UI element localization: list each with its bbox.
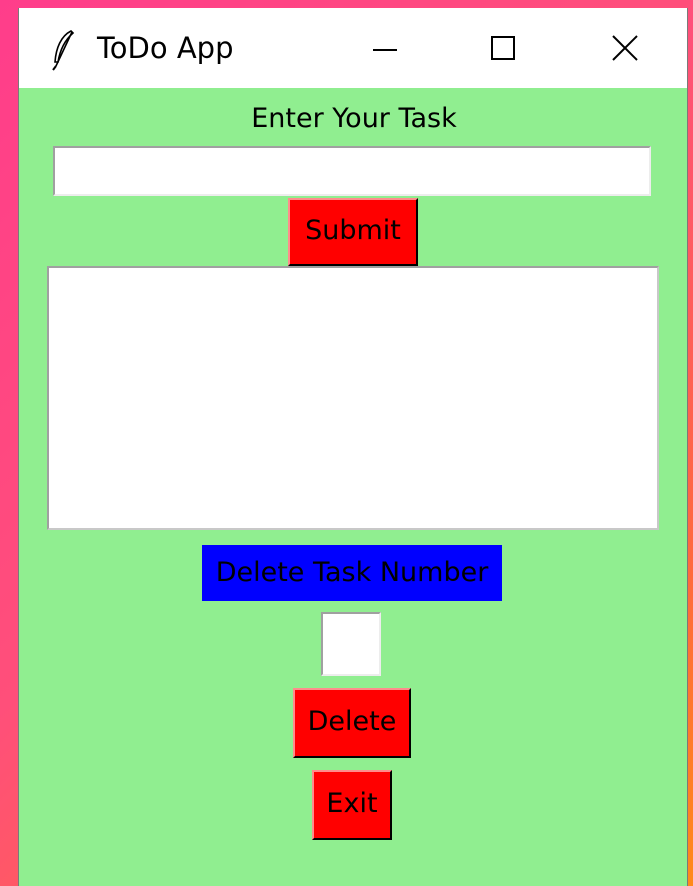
maximize-icon[interactable]: [481, 26, 525, 70]
task-number-input[interactable]: [321, 612, 381, 676]
title-bar: ToDo App: [19, 8, 687, 88]
delete-button[interactable]: Delete: [293, 688, 411, 758]
delete-task-number-label: Delete Task Number: [202, 545, 502, 601]
feather-icon: [52, 30, 75, 71]
close-icon[interactable]: [603, 26, 647, 70]
submit-button[interactable]: Submit: [288, 198, 418, 266]
task-listbox[interactable]: [47, 266, 659, 530]
minimize-icon[interactable]: [363, 26, 407, 70]
todo-app-window: ToDo App Enter Your Task Submit Delete T…: [18, 8, 688, 886]
enter-task-label: Enter Your Task: [251, 103, 457, 134]
task-input[interactable]: [53, 146, 651, 196]
exit-button[interactable]: Exit: [312, 770, 392, 840]
window-title: ToDo App: [97, 31, 234, 65]
